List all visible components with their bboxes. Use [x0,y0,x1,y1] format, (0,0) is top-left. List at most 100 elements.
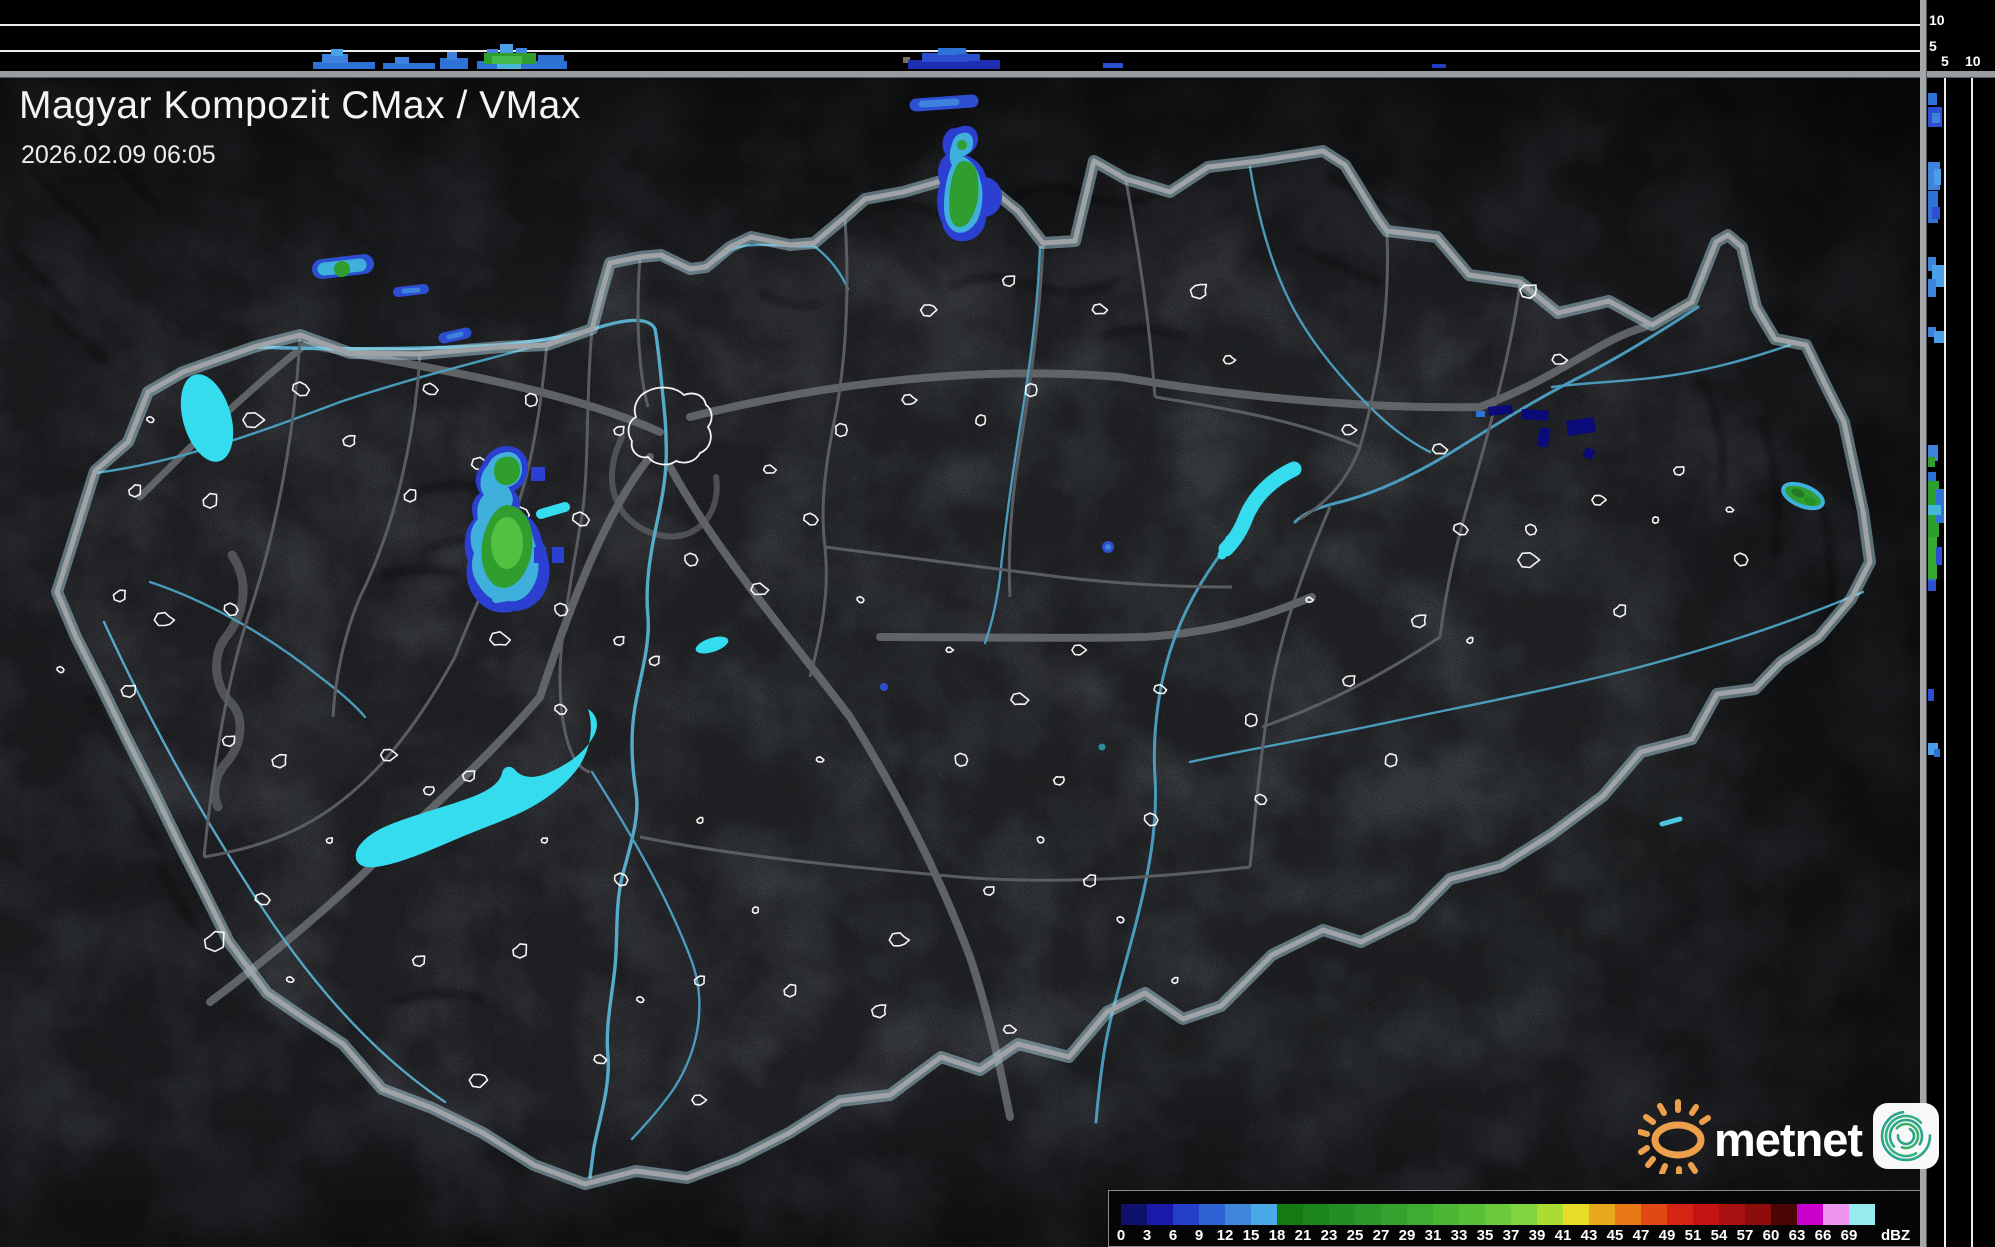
legend-tick-label: 18 [1268,1227,1286,1244]
legend-tick-label: 69 [1840,1227,1858,1244]
legend-tick-label: 9 [1194,1227,1204,1244]
height-gridline-10km [0,24,1920,26]
logo-text: metnet [1714,1112,1863,1166]
legend-color-segment [1563,1204,1589,1225]
height-gridline-5km [1944,77,1946,1247]
legend-color-segment [1173,1204,1199,1225]
legend-tick-label: 49 [1658,1227,1676,1244]
profile-radar-echo [492,56,522,64]
legend-color-segment [1589,1204,1615,1225]
right-height-profile-panel [1926,77,1995,1247]
legend-color-segment [1641,1204,1667,1225]
legend-tick-label: 6 [1168,1227,1178,1244]
legend-tick-label: 51 [1684,1227,1702,1244]
profile-radar-echo [447,52,457,60]
lake-tata [536,502,570,519]
legend-tick-label: 27 [1372,1227,1390,1244]
legend-tick-label: 0 [1116,1227,1126,1244]
profile-radar-echo [497,64,521,69]
profile-radar-echo [1432,64,1446,68]
legend-color-segment [1849,1204,1875,1225]
distance-axis-label: 10 [1965,53,1981,69]
hungary-radar-map [0,77,1920,1247]
profile-radar-echo [538,55,564,64]
profile-radar-echo [958,54,980,61]
panel-separator-horizontal [0,71,1995,77]
profile-radar-echo [1928,505,1941,515]
legend-color-segment [1823,1204,1849,1225]
top-height-profile-panel [0,0,1920,71]
legend-tick-label: 54 [1710,1227,1728,1244]
legend-color-segment [1485,1204,1511,1225]
radar-composite-view: 10 5 5 10 Magyar Kompozit CMax / VMax 20… [0,0,1995,1247]
height-axis-label: 5 [1929,38,1937,54]
legend-color-segment [1381,1204,1407,1225]
legend-tick-label: 21 [1294,1227,1312,1244]
profile-radar-echo [1103,63,1123,68]
legend-color-segment [1329,1204,1355,1225]
legend-colorbar [1121,1204,1875,1225]
legend-color-segment [1225,1204,1251,1225]
legend-tick-label: 12 [1216,1227,1234,1244]
terrain-base [0,77,1920,1247]
page-title: Magyar Kompozit CMax / VMax [19,84,581,127]
profile-radar-echo [395,57,409,64]
profile-radar-echo [331,49,343,56]
legend-color-segment [1147,1204,1173,1225]
legend-tick-label: 66 [1814,1227,1832,1244]
legend-color-segment [1537,1204,1563,1225]
legend-tick-label: 35 [1476,1227,1494,1244]
legend-color-segment [1251,1204,1277,1225]
legend-tick-label: 29 [1398,1227,1416,1244]
legend-tick-label: 37 [1502,1227,1520,1244]
profile-radar-echo [313,62,375,69]
distance-axis-label: 5 [1941,53,1949,69]
height-gridline-10km [1971,77,1973,1247]
legend-color-segment [1797,1204,1823,1225]
profile-axis-corner: 10 5 5 10 [1926,0,1995,71]
sun-icon [1638,1099,1711,1174]
legend-tick-label: 39 [1528,1227,1546,1244]
profile-radar-echo [1928,581,1936,591]
legend-tick-label: 43 [1580,1227,1598,1244]
legend-color-segment [1355,1204,1381,1225]
legend-color-segment [1771,1204,1797,1225]
legend-tick-label: 41 [1554,1227,1572,1244]
legend-color-segment [1277,1204,1303,1225]
legend-tick-label: 25 [1346,1227,1364,1244]
profile-radar-echo [1934,169,1941,185]
legend-color-segment [1719,1204,1745,1225]
legend-tick-label: 31 [1424,1227,1442,1244]
metnet-logo: metnet [1638,1098,1940,1174]
legend-tick-label: 23 [1320,1227,1338,1244]
profile-radar-echo [1934,749,1940,757]
legend-tick-label: 63 [1788,1227,1806,1244]
legend-color-segment [1693,1204,1719,1225]
legend-tick-label: 45 [1606,1227,1624,1244]
legend-tick-label: 15 [1242,1227,1260,1244]
profile-radar-echo [1932,113,1940,123]
legend-unit-label: dBZ [1881,1227,1911,1244]
profile-radar-echo [1936,547,1942,565]
legend-tick-label: 57 [1736,1227,1754,1244]
legend-color-segment [1433,1204,1459,1225]
legend-tick-label: 60 [1762,1227,1780,1244]
reflectivity-legend: 0 3 6 9 12 15 18 21 23 25 27 29 31 33 35 37 39 41 43 45 47 49… [1108,1190,1920,1247]
profile-radar-echo [1928,689,1934,701]
legend-color-segment [1459,1204,1485,1225]
legend-color-segment [1745,1204,1771,1225]
metnet-app-icon [1873,1103,1940,1169]
height-axis-label: 10 [1929,12,1945,28]
profile-radar-echo [1928,279,1936,297]
legend-color-segment [1667,1204,1693,1225]
profile-radar-echo [383,63,435,69]
profile-radar-echo [1932,207,1940,219]
legend-color-segment [1199,1204,1225,1225]
legend-color-segment [1511,1204,1537,1225]
timestamp: 2026.02.09 06:05 [21,141,216,169]
legend-color-segment [1615,1204,1641,1225]
legend-tick-label: 33 [1450,1227,1468,1244]
legend-tick-label: 47 [1632,1227,1650,1244]
legend-tick-label: 3 [1142,1227,1152,1244]
legend-color-segment [1121,1204,1147,1225]
